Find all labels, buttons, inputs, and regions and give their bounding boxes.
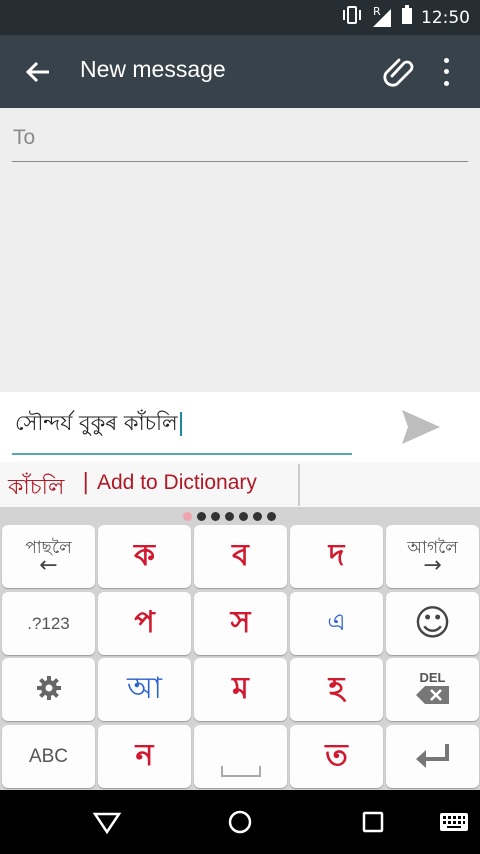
attach-icon[interactable]: [382, 54, 418, 90]
emoji-key[interactable]: ☺: [386, 592, 479, 655]
backspace-icon: [415, 685, 450, 709]
key-ba[interactable]: ব: [194, 525, 287, 588]
space-bar-icon: [220, 762, 261, 781]
symbols-key[interactable]: .?123: [2, 592, 95, 655]
key-aa[interactable]: আ: [98, 658, 191, 721]
right-arrow-icon: →: [423, 552, 442, 578]
page-dot: [225, 511, 234, 521]
gear-icon: [36, 675, 62, 705]
previous-key[interactable]: পাছলৈ ←: [2, 525, 95, 588]
delete-key[interactable]: DEL: [386, 658, 479, 721]
key-ka[interactable]: ক: [98, 525, 191, 588]
back-triangle-icon[interactable]: [91, 806, 123, 838]
key-da[interactable]: দ: [290, 525, 383, 588]
signal-icon: R: [371, 4, 393, 28]
key-ha[interactable]: হ: [290, 658, 383, 721]
more-options-icon[interactable]: [436, 55, 456, 89]
key-ma[interactable]: ম: [194, 658, 287, 721]
suggestion-word[interactable]: কাঁচলি: [8, 470, 64, 507]
vibrate-icon: [341, 6, 363, 29]
page-dot: [253, 511, 262, 521]
key-na[interactable]: ন: [98, 725, 191, 788]
recipient-area: To: [0, 108, 480, 392]
to-underline: [12, 161, 468, 162]
enter-icon: [415, 742, 451, 772]
to-field[interactable]: To: [13, 126, 35, 150]
message-text: সৌন্দৰ্য বুকুৰ কাঁচলি: [15, 411, 178, 435]
page-dot: [197, 511, 206, 521]
compose-area: সৌন্দৰ্য বুকুৰ কাঁচলি: [0, 392, 480, 462]
suggestion-divider: [298, 464, 300, 506]
message-underline: [12, 453, 352, 455]
abc-key[interactable]: ABC: [2, 725, 95, 788]
space-key[interactable]: [194, 725, 287, 788]
key-sa[interactable]: স: [194, 592, 287, 655]
message-input[interactable]: সৌন্দৰ্য বুকুৰ কাঁচলি: [15, 407, 182, 442]
suggestion-separator: |: [82, 470, 90, 495]
suggestion-bar: কাঁচলি | Add to Dictionary: [0, 462, 480, 507]
delete-label: DEL: [419, 670, 446, 685]
page-dot: [267, 511, 276, 521]
page-dot: [239, 511, 248, 521]
navigation-bar: [0, 790, 480, 854]
page-indicator: [183, 510, 276, 522]
status-bar: R 12:50: [0, 0, 480, 35]
key-e[interactable]: এ: [290, 592, 383, 655]
app-bar: New message: [0, 35, 480, 108]
keyboard-switch-icon[interactable]: [438, 806, 470, 838]
enter-key[interactable]: [386, 725, 479, 788]
settings-key[interactable]: [2, 658, 95, 721]
clock: 12:50: [421, 7, 470, 28]
left-arrow-icon: ←: [39, 552, 58, 578]
roaming-indicator: R: [373, 4, 381, 18]
key-pa[interactable]: প: [98, 592, 191, 655]
keyboard: পাছলৈ ← ক ব দ আগলৈ → .?123 প স এ ☺ আ ম হ…: [0, 507, 480, 790]
text-cursor: [179, 412, 182, 436]
recents-square-icon[interactable]: [357, 806, 389, 838]
home-circle-icon[interactable]: [224, 806, 256, 838]
battery-icon: [401, 5, 413, 30]
back-arrow-icon[interactable]: [24, 57, 54, 87]
add-to-dictionary-button[interactable]: Add to Dictionary: [97, 471, 257, 495]
page-dot: [183, 511, 192, 521]
key-ta[interactable]: ত: [290, 725, 383, 788]
page-title: New message: [80, 56, 226, 82]
send-icon[interactable]: [400, 408, 442, 446]
page-dot: [211, 511, 220, 521]
next-key[interactable]: আগলৈ →: [386, 525, 479, 588]
